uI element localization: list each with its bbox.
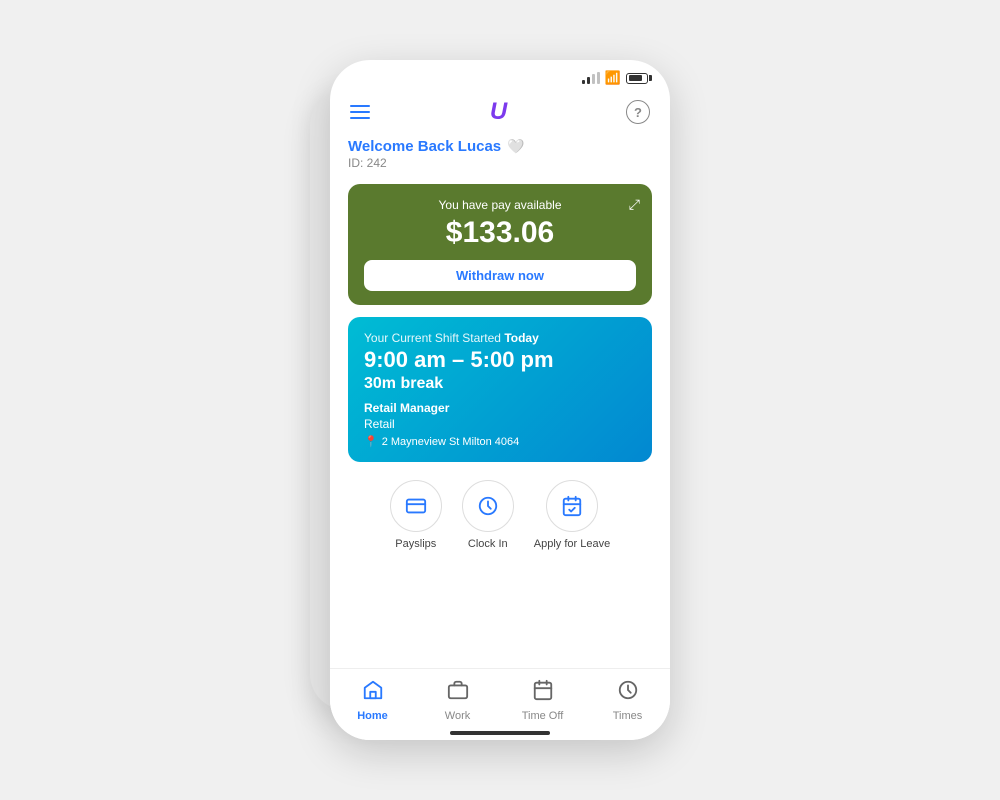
- timeoff-icon: [532, 679, 554, 707]
- status-bar: 📶: [330, 60, 670, 90]
- shift-role: Retail Manager: [364, 401, 636, 415]
- shift-card: Your Current Shift Started Today 9:00 am…: [348, 317, 652, 462]
- clock-in-button[interactable]: Clock In: [462, 480, 514, 550]
- home-icon: [362, 679, 384, 707]
- apply-leave-label: Apply for Leave: [534, 538, 610, 550]
- nav-times-label: Times: [613, 710, 643, 722]
- welcome-label: Welcome Back Lucas: [348, 138, 501, 155]
- apply-leave-button[interactable]: Apply for Leave: [534, 480, 610, 550]
- battery-icon: [626, 73, 652, 84]
- times-icon: [617, 679, 639, 707]
- shift-time: 9:00 am – 5:00 pm: [364, 347, 636, 373]
- home-indicator: [450, 731, 550, 735]
- location-pin-icon: 📍: [364, 435, 378, 448]
- main-content: Welcome Back Lucas 🤍 ID: 242 ⤢ You have …: [330, 138, 670, 570]
- pay-amount: $133.06: [364, 216, 636, 250]
- pay-card: ⤢ You have pay available $133.06 Withdra…: [348, 184, 652, 305]
- nav-work-label: Work: [445, 710, 470, 722]
- withdraw-button[interactable]: Withdraw now: [364, 260, 636, 291]
- nav-timeoff[interactable]: Time Off: [513, 679, 573, 722]
- apply-leave-icon: [546, 480, 598, 532]
- pay-card-title: You have pay available: [364, 198, 636, 212]
- nav-home[interactable]: Home: [343, 679, 403, 722]
- welcome-section: Welcome Back Lucas 🤍 ID: 242: [348, 138, 652, 170]
- logo-area: U: [490, 98, 506, 126]
- nav-times[interactable]: Times: [598, 679, 658, 722]
- app-logo: U: [490, 98, 506, 126]
- welcome-text: Welcome Back Lucas 🤍: [348, 138, 652, 155]
- expand-icon[interactable]: ⤢: [629, 196, 640, 213]
- help-button[interactable]: ?: [626, 100, 650, 124]
- bottom-nav: Home Work Time Off: [330, 668, 670, 740]
- payslips-label: Payslips: [395, 538, 436, 550]
- hamburger-menu[interactable]: [350, 105, 370, 119]
- payslips-button[interactable]: Payslips: [390, 480, 442, 550]
- shift-location: 📍 2 Mayneview St Milton 4064: [364, 435, 636, 448]
- work-icon: [447, 679, 469, 707]
- nav-work[interactable]: Work: [428, 679, 488, 722]
- action-buttons: Payslips Clock In: [348, 480, 652, 550]
- phone-frame: 📶 U ? Welcome Back Lucas 🤍 ID: 242: [330, 60, 670, 740]
- clock-in-label: Clock In: [468, 538, 508, 550]
- app-header: U ?: [330, 90, 670, 138]
- heart-icon: 🤍: [507, 138, 524, 155]
- nav-timeoff-label: Time Off: [522, 710, 564, 722]
- nav-home-label: Home: [357, 710, 388, 722]
- shift-started-label: Your Current Shift Started Today: [364, 331, 636, 345]
- wifi-icon: 📶: [605, 70, 621, 86]
- shift-department: Retail: [364, 417, 636, 431]
- payslips-icon: [390, 480, 442, 532]
- shift-break: 30m break: [364, 375, 636, 393]
- user-id: ID: 242: [348, 156, 652, 170]
- signal-icon: [582, 72, 600, 84]
- clock-in-icon: [462, 480, 514, 532]
